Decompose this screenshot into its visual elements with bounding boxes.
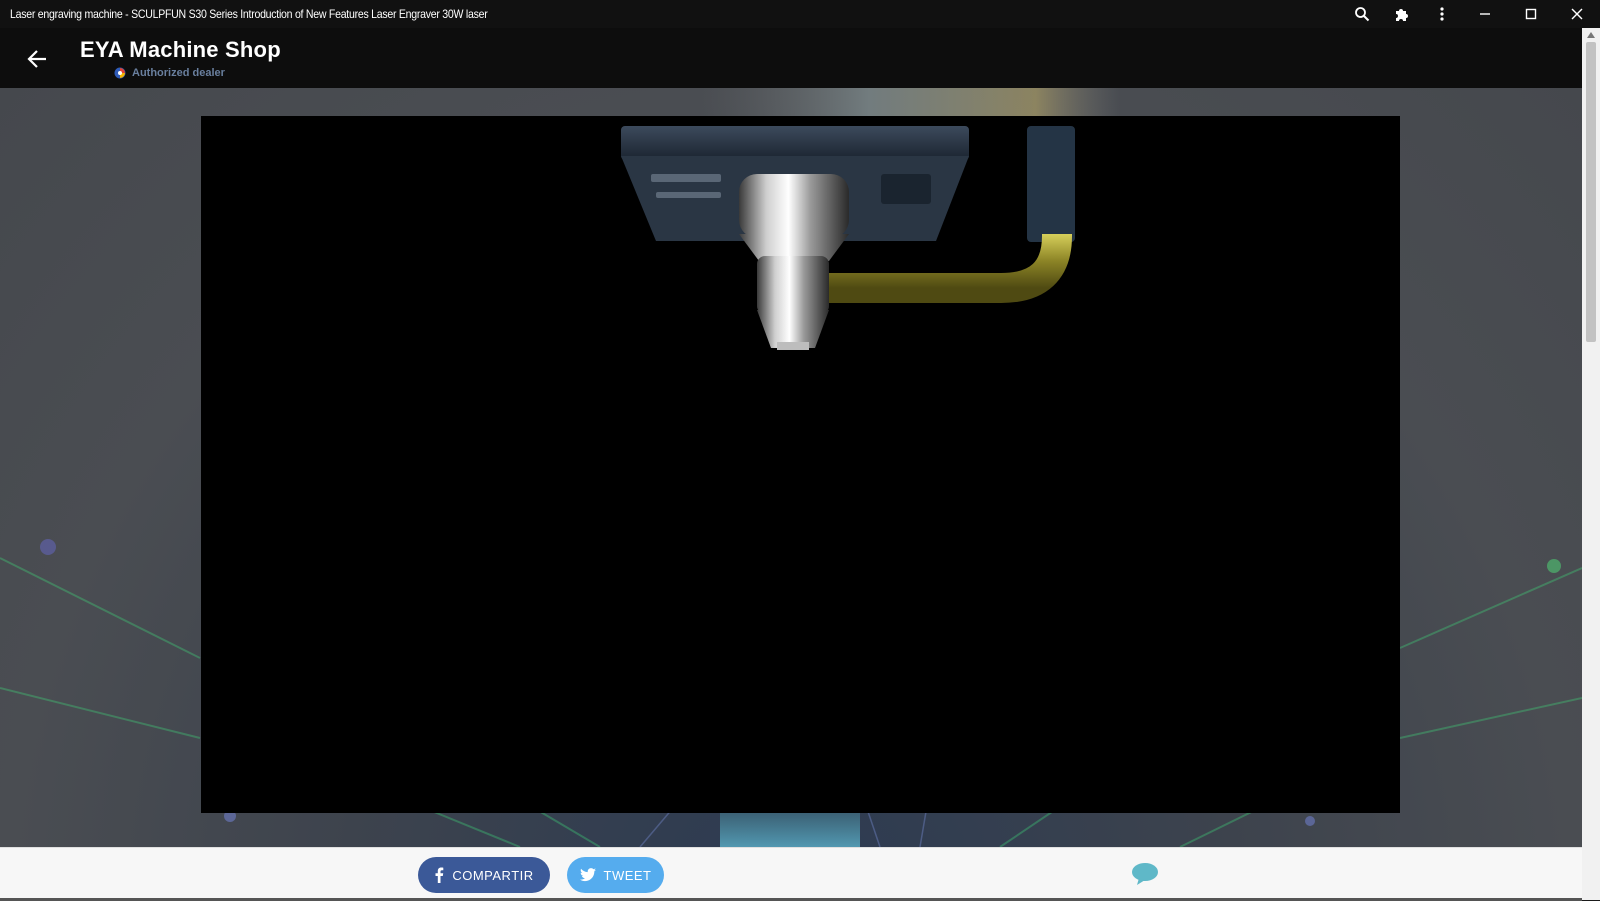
extensions-button[interactable] <box>1382 0 1422 28</box>
dealer-logo-icon <box>114 67 126 79</box>
share-facebook-label: COMPARTIR <box>452 867 534 883</box>
minimize-button[interactable] <box>1462 0 1508 28</box>
dealer-label: Authorized dealer <box>132 67 225 79</box>
close-button[interactable] <box>1554 0 1600 28</box>
scrollbar-thumb[interactable] <box>1586 42 1596 342</box>
authorized-dealer-badge: Authorized dealer <box>114 64 225 82</box>
video-stage <box>0 88 1582 847</box>
maximize-icon <box>1525 8 1537 20</box>
minimize-icon <box>1480 13 1490 15</box>
maximize-button[interactable] <box>1508 0 1554 28</box>
share-bar: COMPARTIR TWEET <box>0 847 1582 901</box>
twitter-icon <box>579 868 596 882</box>
laser-head-render <box>621 126 1075 350</box>
app-bar: EYA Machine Shop Authorized dealer <box>0 28 1582 88</box>
share-facebook-button[interactable]: COMPARTIR <box>418 857 550 893</box>
more-vert-icon <box>1440 7 1444 21</box>
share-twitter-button[interactable]: TWEET <box>567 857 664 893</box>
video-player[interactable] <box>201 116 1400 813</box>
window-title: Laser engraving machine - SCULPFUN S30 S… <box>10 7 488 21</box>
window-titlebar: Laser engraving machine - SCULPFUN S30 S… <box>0 0 1600 28</box>
share-twitter-label: TWEET <box>603 867 652 883</box>
back-button[interactable] <box>22 44 52 74</box>
comment-button[interactable] <box>1131 862 1159 886</box>
chevron-up-icon <box>1587 32 1595 38</box>
arrow-back-icon <box>27 50 46 68</box>
window-controls <box>1342 0 1600 28</box>
extensions-icon <box>1396 9 1408 21</box>
search-button[interactable] <box>1342 0 1382 28</box>
search-icon <box>1355 7 1370 22</box>
facebook-icon <box>435 867 444 883</box>
page-title: EYA Machine Shop <box>80 37 281 62</box>
more-options-button[interactable] <box>1422 0 1462 28</box>
comment-icon <box>1132 863 1158 885</box>
page-scrollbar[interactable] <box>1582 28 1600 900</box>
scroll-up-arrow[interactable] <box>1582 28 1600 42</box>
close-icon <box>1571 8 1583 20</box>
